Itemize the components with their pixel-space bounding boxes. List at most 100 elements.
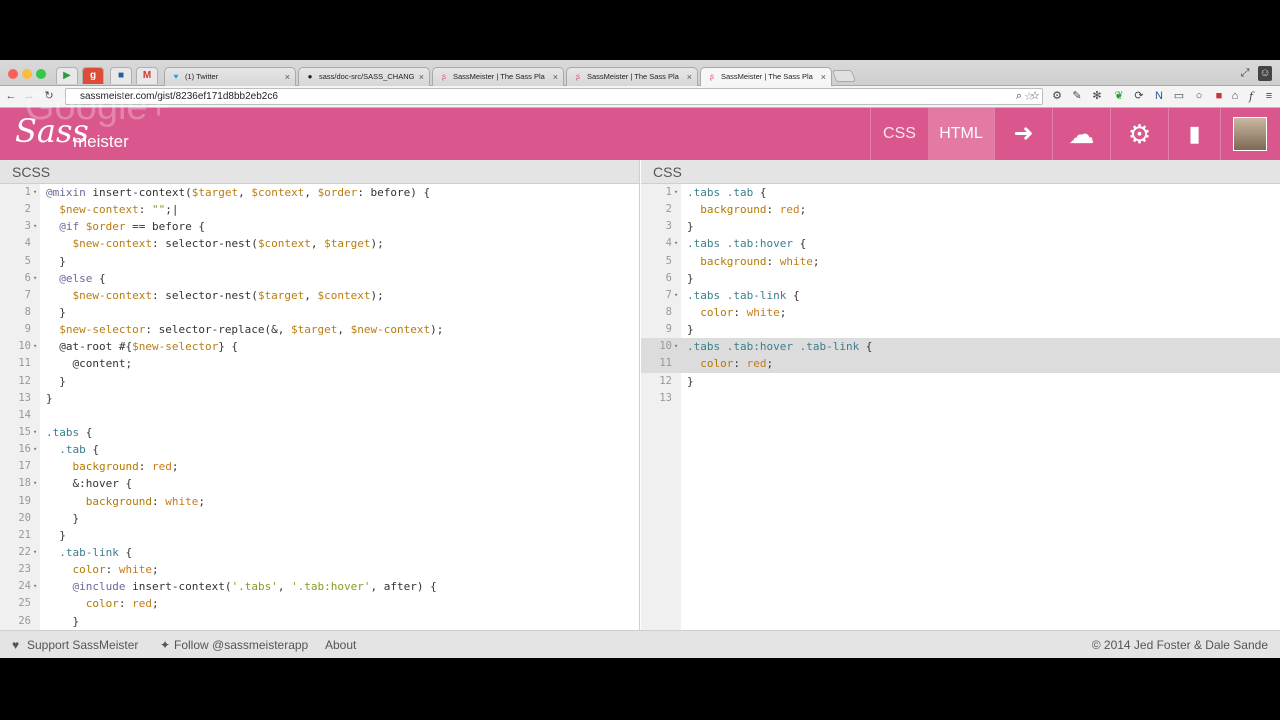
code-line[interactable]: 4 ▾ .tabs .tab:hover { bbox=[641, 235, 1280, 252]
code-line[interactable]: 12} bbox=[641, 373, 1280, 390]
pinned-tab-app[interactable]: ■ bbox=[110, 67, 132, 84]
code-line[interactable]: 18 ▾ &:hover { bbox=[0, 475, 639, 492]
code-line[interactable]: 22 ▾ .tab-link { bbox=[0, 544, 639, 561]
close-tab-icon[interactable]: × bbox=[553, 68, 558, 86]
browser-tab[interactable]: ʂ SassMeister | The Sass Pla × bbox=[432, 67, 564, 86]
code-line[interactable]: 21 } bbox=[0, 527, 639, 544]
bookmark-icon[interactable]: ▮ bbox=[1168, 108, 1220, 160]
scss-editor[interactable]: 1 ▾ @mixin insert-context($target, $contex… bbox=[0, 184, 639, 630]
code-line[interactable]: 16 ▾ .tab { bbox=[0, 441, 639, 458]
pinned-tab-play[interactable]: ▶ bbox=[56, 67, 78, 84]
color-picker-icon[interactable]: ■ bbox=[1212, 89, 1226, 104]
minimize-window-button[interactable] bbox=[22, 69, 32, 79]
close-tab-icon[interactable]: × bbox=[419, 68, 424, 86]
code-line[interactable]: 23 color: white; bbox=[0, 561, 639, 578]
code-line[interactable]: 1 ▾ .tabs .tab { bbox=[641, 184, 1280, 201]
html-view-button[interactable]: HTML bbox=[928, 108, 994, 160]
notes-icon[interactable]: N bbox=[1152, 89, 1166, 104]
fold-arrow-icon[interactable]: ▾ bbox=[33, 475, 37, 492]
search-icon[interactable]: ⌕ bbox=[1012, 89, 1026, 104]
fold-arrow-icon[interactable]: ▾ bbox=[33, 270, 37, 287]
code-line[interactable]: 15 ▾ .tabs { bbox=[0, 424, 639, 441]
fullscreen-icon[interactable]: ⤢ bbox=[1238, 66, 1252, 81]
css-view-button[interactable]: CSS bbox=[870, 108, 928, 160]
code-line[interactable]: 26 } bbox=[0, 613, 639, 630]
back-arrow-icon[interactable]: ← bbox=[4, 89, 18, 104]
code-line[interactable]: 1 ▾ @mixin insert-context($target, $contex… bbox=[0, 184, 639, 201]
window-icon[interactable]: ▭ bbox=[1172, 89, 1186, 104]
fold-arrow-icon[interactable]: ▾ bbox=[33, 218, 37, 235]
bulb-icon[interactable]: ○ bbox=[1192, 89, 1206, 104]
code-line[interactable]: 9 $new-selector: selector-replace(&, $ta… bbox=[0, 321, 639, 338]
code-line[interactable]: 17 background: red; bbox=[0, 458, 639, 475]
code-line[interactable]: 7 $new-context: selector-nest($target, $… bbox=[0, 287, 639, 304]
close-tab-icon[interactable]: × bbox=[687, 68, 692, 86]
code-line[interactable]: 5 background: white; bbox=[641, 253, 1280, 270]
pinned-tab-gmail[interactable]: M bbox=[136, 67, 158, 84]
refresh-extension-icon[interactable]: ⟳ bbox=[1132, 89, 1146, 104]
browser-tab[interactable]: ʂ SassMeister | The Sass Pla × bbox=[566, 67, 698, 86]
code-line[interactable]: 5 } bbox=[0, 253, 639, 270]
code-line[interactable]: 8 color: white; bbox=[641, 304, 1280, 321]
code-line[interactable]: 6} bbox=[641, 270, 1280, 287]
code-line[interactable]: 7 ▾ .tabs .tab-link { bbox=[641, 287, 1280, 304]
extension-icon[interactable]: ⚙ bbox=[1050, 89, 1064, 104]
cloud-icon[interactable]: ☁ bbox=[1052, 108, 1110, 160]
eyedropper-icon[interactable]: ✎ bbox=[1070, 89, 1084, 104]
user-avatar[interactable] bbox=[1220, 108, 1280, 160]
font-icon[interactable]: f bbox=[1244, 89, 1258, 104]
code-line[interactable]: 13 bbox=[641, 390, 1280, 407]
code-line[interactable]: 19 background: white; bbox=[0, 493, 639, 510]
code-line[interactable]: 2 background: red; bbox=[641, 201, 1280, 218]
fold-arrow-icon[interactable]: ▾ bbox=[674, 184, 678, 201]
fold-arrow-icon[interactable]: ▾ bbox=[33, 338, 37, 355]
code-line[interactable]: 3} bbox=[641, 218, 1280, 235]
code-line[interactable]: 24 ▾ @include insert-context('.tabs', '.t… bbox=[0, 578, 639, 595]
gear-icon[interactable]: ⚙ bbox=[1110, 108, 1168, 160]
share-arrow-icon[interactable]: ➜ bbox=[994, 108, 1052, 160]
fold-arrow-icon[interactable]: ▾ bbox=[33, 184, 37, 201]
fold-arrow-icon[interactable]: ▾ bbox=[674, 287, 678, 304]
star-icon[interactable]: ☆ bbox=[1028, 89, 1042, 104]
browser-tab-active[interactable]: ʂ SassMeister | The Sass Pla × bbox=[700, 67, 832, 86]
menu-icon[interactable]: ≡ bbox=[1262, 89, 1276, 104]
code-line[interactable]: 10 ▾ .tabs .tab:hover .tab-link { bbox=[641, 338, 1280, 356]
code-line[interactable]: 14 bbox=[0, 407, 639, 424]
code-line[interactable]: 11 color: red; bbox=[641, 355, 1280, 373]
browser-tab[interactable]: ♥ (1) Twitter × bbox=[164, 67, 296, 86]
close-window-button[interactable] bbox=[8, 69, 18, 79]
about-link[interactable]: About bbox=[325, 631, 356, 658]
code-line[interactable]: 3 ▾ @if $order == before { bbox=[0, 218, 639, 235]
css-output-editor[interactable]: 1 ▾ .tabs .tab {2 background: red; 3} 4 ▾ .tab… bbox=[641, 184, 1280, 630]
maximize-window-button[interactable] bbox=[36, 69, 46, 79]
code-line[interactable]: 2 $new-context: "";| bbox=[0, 201, 639, 218]
new-tab-button[interactable] bbox=[831, 70, 857, 82]
code-line[interactable]: 6 ▾ @else { bbox=[0, 270, 639, 287]
code-line[interactable]: 12 } bbox=[0, 373, 639, 390]
fold-arrow-icon[interactable]: ▾ bbox=[33, 544, 37, 561]
fold-arrow-icon[interactable]: ▾ bbox=[33, 578, 37, 595]
support-link[interactable]: Support SassMeister bbox=[27, 631, 138, 658]
pinned-tab-google-plus[interactable]: g bbox=[82, 67, 104, 84]
close-tab-icon[interactable]: × bbox=[285, 68, 290, 86]
code-line[interactable]: 11 @content; bbox=[0, 355, 639, 372]
code-line[interactable]: 13} bbox=[0, 390, 639, 407]
browser-tab[interactable]: ● sass/doc-src/SASS_CHANG × bbox=[298, 67, 430, 86]
code-line[interactable]: 9} bbox=[641, 321, 1280, 338]
fold-arrow-icon[interactable]: ▾ bbox=[33, 441, 37, 458]
follow-link[interactable]: Follow @sassmeisterapp bbox=[174, 631, 308, 658]
lock-icon[interactable]: ⌂ bbox=[1228, 89, 1242, 104]
close-tab-icon[interactable]: × bbox=[821, 68, 826, 86]
code-line[interactable]: 25 color: red; bbox=[0, 595, 639, 612]
evernote-icon[interactable]: ❦ bbox=[1112, 89, 1126, 104]
fold-arrow-icon[interactable]: ▾ bbox=[33, 424, 37, 441]
code-line[interactable]: 4 $new-context: selector-nest($context, … bbox=[0, 235, 639, 252]
settings-icon[interactable]: ✻ bbox=[1090, 89, 1104, 104]
profile-avatar[interactable]: ☺ bbox=[1258, 66, 1272, 81]
code-line[interactable]: 20 } bbox=[0, 510, 639, 527]
code-line[interactable]: 8 } bbox=[0, 304, 639, 321]
code-line[interactable]: 10 ▾ @at-root #{$new-selector} { bbox=[0, 338, 639, 355]
address-bar[interactable]: sassmeister.com/gist/8236ef171d8bb2eb2c6… bbox=[65, 88, 1043, 105]
fold-arrow-icon[interactable]: ▾ bbox=[674, 235, 678, 252]
fold-arrow-icon[interactable]: ▾ bbox=[674, 338, 678, 355]
